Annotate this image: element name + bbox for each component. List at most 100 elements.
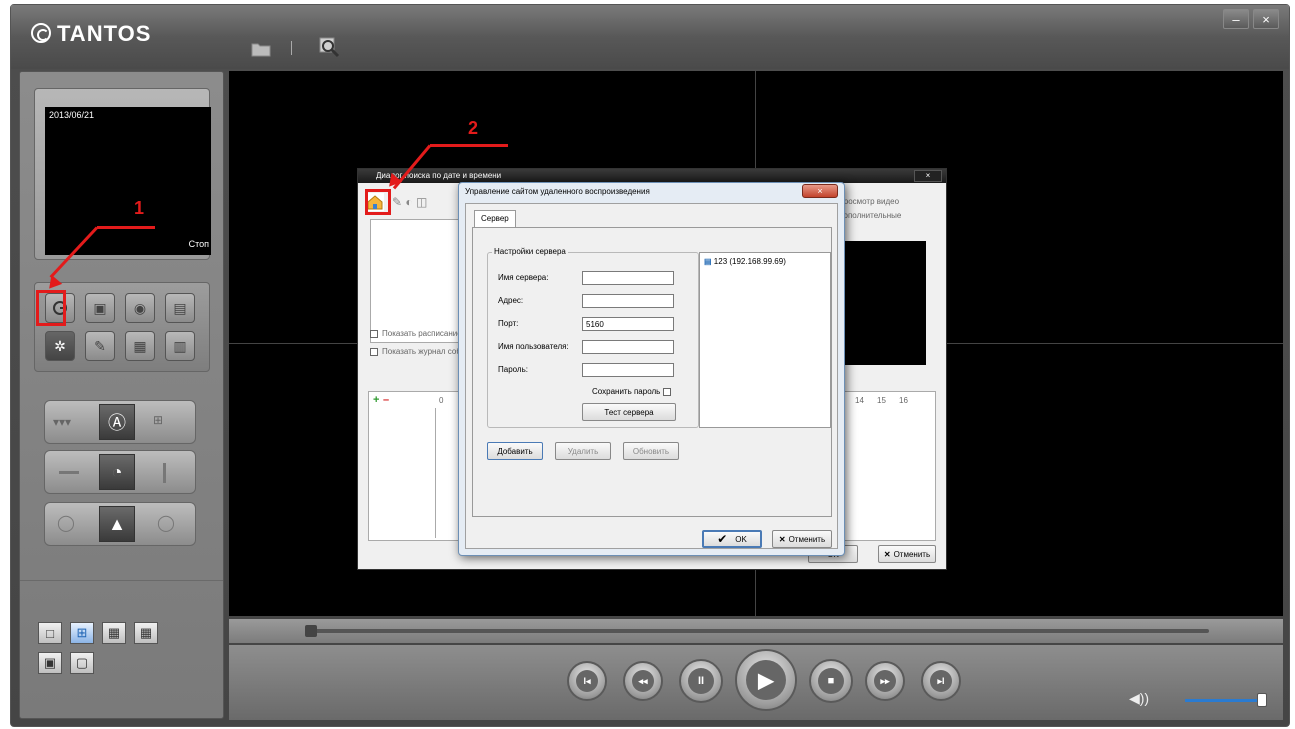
fast-forward-button[interactable]: ▸▸ [865, 661, 905, 701]
timeline-thumb[interactable] [305, 625, 317, 637]
volume-slider[interactable] [1185, 699, 1263, 702]
server-settings-group: Настройки сервера Имя сервера: Адрес: По… [487, 247, 699, 428]
print-icon[interactable]: ▦ [125, 331, 155, 361]
highlight-box-2 [365, 189, 391, 215]
pause-button[interactable]: II [679, 659, 723, 703]
volume-icon[interactable]: ◀)) [1129, 690, 1149, 707]
annotation-line-1a [97, 226, 155, 229]
add-icon[interactable]: + [373, 394, 379, 406]
layout-custom-icon[interactable]: ▣ [38, 652, 62, 674]
server-settings-title: Настройки сервера [492, 247, 568, 256]
password-label: Пароль: [498, 365, 528, 374]
tab-server-label: Сервер [481, 214, 509, 223]
video-preview-box [836, 241, 926, 365]
preview-screen: 2013/06/21 Стоп [45, 107, 211, 255]
test-server-label: Тест сервера [604, 407, 654, 417]
extra-label: Дополнительные [838, 211, 901, 220]
timeline-track[interactable] [309, 629, 1209, 633]
test-server-button[interactable]: Тест сервера [582, 403, 676, 421]
snapshot-icon[interactable]: ▤ [165, 293, 195, 323]
server-list-item[interactable]: ▤ 123 (192.168.99.69) [704, 257, 826, 266]
schedule-checkbox-box[interactable] [370, 329, 378, 338]
delete-button[interactable]: Удалить [555, 442, 611, 460]
right-circle-icon[interactable]: ◯ [157, 513, 175, 533]
auto-focus-icon[interactable]: Ⓐ [99, 404, 135, 440]
username-label: Имя пользователя: [498, 342, 569, 351]
address-input[interactable] [582, 294, 674, 308]
highlight-box-1 [36, 290, 66, 326]
playback-controls: I◂ ◂◂ II ▶ ■ ▸▸ ▸I ◀)) [229, 645, 1283, 720]
grid-separator [435, 408, 436, 538]
server-list[interactable]: ▤ 123 (192.168.99.69) [699, 252, 831, 428]
server-ok-label: OK [735, 534, 747, 544]
export-icon[interactable]: ▥ [165, 331, 195, 361]
eye-icon[interactable]: ◉ [125, 293, 155, 323]
zoom-out-icon[interactable]: ▾▾▾ [53, 415, 71, 429]
ruler-tick: 15 [877, 396, 886, 405]
folder-icon[interactable] [247, 37, 275, 61]
ruler-tick: 16 [899, 396, 908, 405]
edit-icon[interactable]: ✎ [85, 331, 115, 361]
panel-divider [20, 580, 223, 581]
tab-server[interactable]: Сервер [474, 210, 516, 228]
save-password-box[interactable] [663, 387, 672, 396]
layout-1-icon[interactable]: □ [38, 622, 62, 644]
remove-icon[interactable]: – [383, 394, 389, 406]
fullscreen-icon[interactable]: ▢ [70, 652, 94, 674]
layout-16-icon[interactable]: ▦ [134, 622, 158, 644]
search-icon[interactable] [315, 35, 343, 59]
server-dialog-title: Управление сайтом удаленного воспроизвед… [465, 187, 650, 196]
gear-icon[interactable]: ✲ [45, 331, 75, 361]
title-bar: TANTOS – × [11, 5, 1289, 69]
layout-4-icon[interactable]: ⊞ [70, 622, 94, 644]
search-cancel-button[interactable]: ✕ Отменить [878, 545, 936, 563]
username-input[interactable] [582, 340, 674, 354]
speed-gauge-icon[interactable]: ◔ [99, 454, 135, 490]
cancel-x-icon: ✕ [883, 549, 891, 559]
ptz-zoom-row: ▾▾▾ Ⓐ ⊞ [44, 400, 196, 444]
skip-start-icon: I◂ [576, 670, 598, 692]
log-checkbox-box[interactable] [370, 347, 378, 356]
stop-button[interactable]: ■ [809, 659, 853, 703]
prev-file-button[interactable]: I◂ [567, 661, 607, 701]
play-button[interactable]: ▶ [735, 649, 797, 711]
timeline-bar [229, 619, 1283, 643]
minimize-button[interactable]: – [1223, 9, 1249, 29]
record-icon[interactable]: ▣ [85, 293, 115, 323]
server-dialog-close-button[interactable]: × [802, 184, 838, 198]
add-button[interactable]: Добавить [487, 442, 543, 460]
server-cancel-button[interactable]: ✕ Отменить [772, 530, 832, 548]
left-circle-icon[interactable]: ◯ [57, 513, 75, 533]
zoom-in-icon[interactable]: ⊞ [153, 413, 163, 427]
save-password-checkbox[interactable]: Сохранить пароль [592, 387, 672, 396]
update-label: Обновить [632, 446, 670, 456]
annotation-number-1: 1 [134, 198, 145, 218]
server-name-label: Имя сервера: [498, 273, 549, 282]
port-input[interactable] [582, 317, 674, 331]
camera-list-panel[interactable] [370, 219, 460, 343]
ruler-tick: 0 [439, 396, 444, 405]
up-arrow-icon[interactable]: ▲ [99, 506, 135, 542]
stop-icon: ■ [818, 668, 844, 694]
server-ok-button[interactable]: ✔ OK [702, 530, 762, 548]
rewind-icon: ◂◂ [632, 670, 654, 692]
close-button[interactable]: × [1253, 9, 1279, 29]
volume-knob[interactable] [1257, 693, 1267, 707]
show-schedule-checkbox[interactable]: Показать расписание [370, 329, 462, 338]
layout-9-icon[interactable]: ▦ [102, 622, 126, 644]
update-button[interactable]: Обновить [623, 442, 679, 460]
next-file-button[interactable]: ▸I [921, 661, 961, 701]
rewind-button[interactable]: ◂◂ [623, 661, 663, 701]
ptz-speed-row: ◔ [44, 450, 196, 494]
password-input[interactable] [582, 363, 674, 377]
minus-icon[interactable] [59, 471, 79, 474]
search-dialog-title: Диалог поиска по дате и времени [358, 169, 946, 183]
plus-icon[interactable] [163, 463, 166, 483]
toolbar-icons[interactable]: ✎ ◐ ◫ [392, 195, 427, 209]
server-dialog-body: Сервер Настройки сервера Имя сервера: Ад… [465, 203, 838, 549]
annotation-number-2: 2 [468, 118, 479, 138]
server-name-input[interactable] [582, 271, 674, 285]
annotation-line-2a [430, 144, 508, 147]
search-dialog-close-button[interactable]: × [914, 170, 942, 182]
save-password-label: Сохранить пароль [592, 387, 661, 396]
